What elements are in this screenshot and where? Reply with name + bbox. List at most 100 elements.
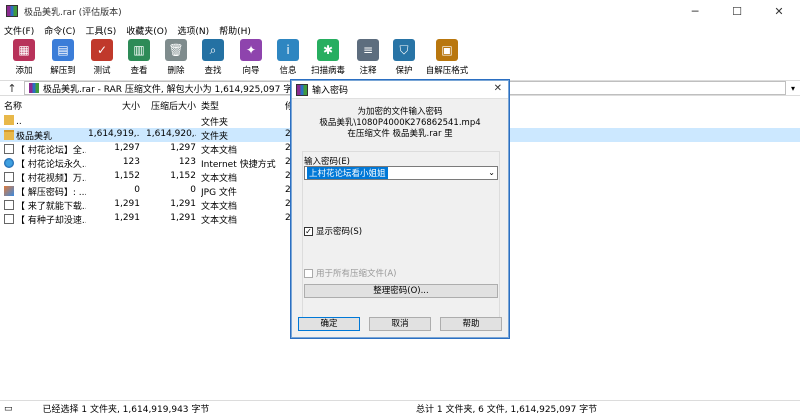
status-total: 总计 1 文件夹, 6 文件, 1,614,925,097 字节	[416, 405, 598, 415]
cell-size: 1,291	[114, 213, 140, 223]
cell-name: 极品美乳	[4, 129, 86, 142]
file-name: 【 来了就能下载...	[16, 202, 86, 212]
toolbar-label: 查看	[130, 66, 148, 76]
close-window-button[interactable]: ✕	[758, 0, 800, 22]
text-file-icon	[4, 144, 14, 154]
folder-icon	[4, 130, 14, 140]
toolbar-button-9[interactable]: ≡ 注释	[350, 38, 386, 76]
toolbar-button-3[interactable]: ▥ 查看	[120, 38, 158, 76]
cell-packed: 1,291	[170, 213, 196, 223]
menu-help[interactable]: 帮助(H)	[219, 24, 251, 37]
add-archive-icon: ▦	[13, 39, 35, 61]
book-view-icon: ▥	[128, 39, 150, 61]
status-selected: 已经选择 1 文件夹, 1,614,919,943 字节	[42, 405, 210, 415]
dialog-close-icon[interactable]: ✕	[494, 83, 502, 94]
window-title: 极品美乳.rar (评估版本)	[24, 7, 122, 18]
cell-size: 123	[122, 157, 140, 167]
cell-packed: 1,291	[170, 199, 196, 209]
winrar-dialog-icon	[296, 83, 308, 96]
toolbar-button-11[interactable]: ▣ 自解压格式	[422, 38, 472, 76]
cell-type: 文件夹	[201, 118, 229, 128]
extract-folder-icon: ▤	[52, 39, 74, 61]
cell-packed: 1,152	[170, 171, 196, 181]
toolbar-label: 添加	[15, 66, 33, 76]
cell-type: JPG 文件	[201, 188, 237, 198]
cell-packed: 1,297	[170, 143, 196, 153]
cell-type: 文本文档	[201, 216, 238, 226]
menu-tools[interactable]: 工具(S)	[86, 24, 117, 37]
cell-name: 【 村花论坛永久...	[4, 157, 86, 170]
up-folder-button[interactable]: ↑	[0, 82, 24, 95]
sfx-box-icon: ▣	[436, 39, 458, 61]
minimize-button[interactable]: ─	[674, 0, 716, 22]
menu-bar: 文件(F) 命令(C) 工具(S) 收藏夹(O) 选项(N) 帮助(H)	[0, 22, 800, 38]
dialog-file-path: 极品美乳\1080P4000K276862541.mp4	[319, 118, 481, 128]
toolbar-label: 保护	[395, 66, 413, 76]
cell-type: Internet 快捷方式	[201, 160, 276, 170]
menu-favorites[interactable]: 收藏夹(O)	[126, 24, 167, 37]
cell-type: 文本文档	[201, 202, 238, 212]
cancel-button[interactable]: 取消	[369, 317, 431, 331]
cell-name: 【 来了就能下载...	[4, 199, 86, 212]
menu-options[interactable]: 选项(N)	[177, 24, 209, 37]
toolbar-button-6[interactable]: ✦ 向导	[232, 38, 270, 76]
toolbar-button-0[interactable]: ▦ 添加	[6, 38, 42, 76]
file-name: 【 村花视频】万...	[16, 174, 86, 184]
cell-packed: 1,614,920,...	[146, 129, 196, 139]
shield-icon: ⛉	[393, 39, 415, 61]
info-icon: i	[277, 39, 299, 61]
toolbar-button-1[interactable]: ▤ 解压到	[42, 38, 84, 76]
image-file-icon	[4, 186, 14, 196]
show-password-checkbox[interactable]: ✓ 显示密码(S)	[304, 225, 362, 237]
toolbar-button-10[interactable]: ⛉ 保护	[386, 38, 422, 76]
ok-button[interactable]: 确定	[298, 317, 360, 331]
cell-packed: 0	[190, 185, 196, 195]
all-archives-label: 用于所有压缩文件(A)	[316, 269, 397, 279]
dialog-archive-name: 在压缩文件 极品美乳.rar 里	[347, 129, 453, 139]
column-packed[interactable]: 压缩后大小	[146, 97, 196, 113]
text-file-icon	[4, 214, 14, 224]
toolbar-button-7[interactable]: i 信息	[270, 38, 306, 76]
address-path: 极品美乳.rar - RAR 压缩文件, 解包大小为 1,614,925,097…	[43, 84, 302, 95]
column-type[interactable]: 类型	[201, 97, 281, 113]
text-file-icon	[4, 172, 14, 182]
password-dropdown-icon[interactable]: ⌄	[488, 168, 495, 177]
wand-icon: ✦	[240, 39, 262, 61]
toolbar-label: 向导	[242, 66, 260, 76]
column-size[interactable]: 大小	[88, 97, 140, 113]
folder-icon	[4, 115, 14, 125]
toolbar-label: 注释	[359, 66, 377, 76]
menu-commands[interactable]: 命令(C)	[44, 24, 75, 37]
column-name[interactable]: 名称	[4, 97, 84, 113]
help-button[interactable]: 帮助	[440, 317, 502, 331]
maximize-button[interactable]: ☐	[716, 0, 758, 22]
file-name: 【 村花论坛】全...	[16, 146, 86, 156]
toolbar-button-5[interactable]: ⌕ 查找	[194, 38, 232, 76]
address-dropdown-button[interactable]: ▾	[786, 84, 800, 93]
bug-scan-icon: ✱	[317, 39, 339, 61]
toolbar-button-2[interactable]: ✓ 测试	[84, 38, 120, 76]
file-name: 【 有种子却没速...	[16, 216, 86, 226]
trash-icon: 🗑	[165, 39, 187, 61]
checkmark-icon: ✓	[304, 226, 313, 236]
cell-size: 1,614,919,...	[88, 129, 140, 139]
cell-size: 1,291	[114, 199, 140, 209]
all-archives-checkbox[interactable]: 用于所有压缩文件(A)	[304, 267, 396, 279]
toolbar: ▦ 添加 ▤ 解压到 ✓ 测试 ▥ 查看 🗑 删除 ⌕ 查找 ✦ 向导 i 信息 ✱ 扫描病毒 ≡ 注释 ⛉ 保护 ▣ 自解压…	[0, 38, 800, 80]
organize-passwords-button[interactable]: 整理密码(O)...	[304, 284, 498, 298]
toolbar-button-4[interactable]: 🗑 删除	[158, 38, 194, 76]
cell-packed: 123	[178, 157, 196, 167]
toolbar-label: 删除	[167, 66, 185, 76]
checkbox-empty-icon	[304, 268, 313, 278]
cell-name: 【 解压密码】: ...	[4, 185, 86, 198]
toolbar-button-8[interactable]: ✱ 扫描病毒	[306, 38, 350, 76]
winrar-app-icon	[6, 5, 18, 17]
cell-size: 1,297	[114, 143, 140, 153]
password-input[interactable]: 上村花论坛看小姐姐 ⌄	[304, 166, 498, 180]
password-dialog: 输入密码 ✕ 为加密的文件输入密码 极品美乳\1080P4000K2768625…	[291, 80, 509, 338]
text-file-icon	[4, 200, 14, 210]
globe-icon	[4, 158, 14, 168]
toolbar-label: 解压到	[50, 66, 76, 76]
toolbar-label: 测试	[93, 66, 111, 76]
menu-file[interactable]: 文件(F)	[4, 24, 34, 37]
